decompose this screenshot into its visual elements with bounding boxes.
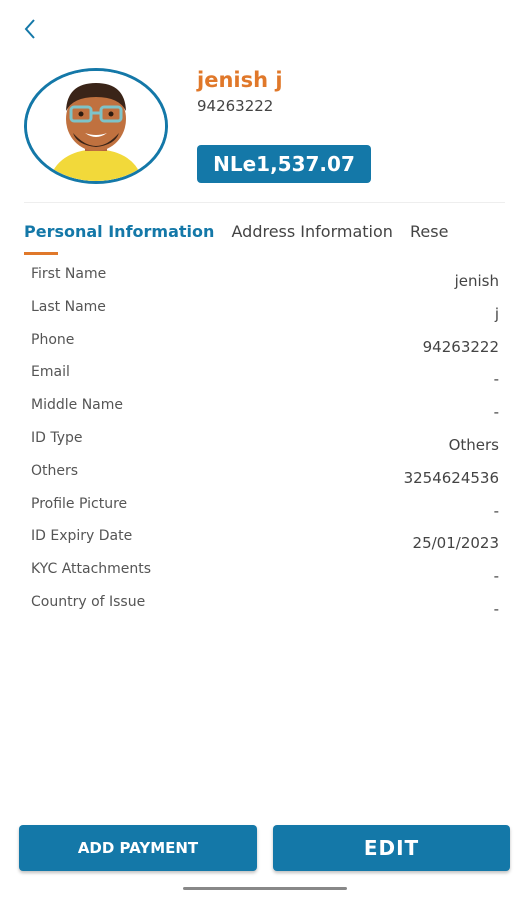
- field-label: Phone: [31, 331, 75, 348]
- field-label: ID Type: [31, 429, 83, 446]
- avatar: [24, 68, 168, 184]
- edit-button[interactable]: EDIT: [273, 825, 510, 871]
- profile-name: jenish j: [197, 68, 283, 92]
- field-value: -: [493, 599, 499, 618]
- divider: [24, 202, 505, 203]
- add-payment-button[interactable]: ADD PAYMENT: [19, 825, 257, 871]
- field-value: 3254624536: [403, 468, 499, 487]
- field-value: Others: [448, 435, 499, 454]
- list-item: Email -: [31, 360, 499, 393]
- field-label: Profile Picture: [31, 495, 128, 512]
- list-item: First Name jenish: [31, 262, 499, 295]
- field-label: Others: [31, 462, 79, 479]
- field-label: KYC Attachments: [31, 561, 152, 578]
- active-tab-indicator: [24, 252, 58, 255]
- field-label: Middle Name: [31, 397, 123, 414]
- list-item: Others 3254624536: [31, 459, 499, 492]
- field-label: Last Name: [31, 298, 106, 315]
- home-indicator: [183, 887, 347, 890]
- list-item: ID Type Others: [31, 426, 499, 459]
- list-item: KYC Attachments -: [31, 557, 499, 590]
- list-item: Profile Picture -: [31, 492, 499, 525]
- tab-address-information[interactable]: Address Information: [232, 222, 393, 241]
- field-value: 25/01/2023: [412, 534, 499, 553]
- list-item: Middle Name -: [31, 393, 499, 426]
- tab-personal-information[interactable]: Personal Information: [24, 222, 214, 241]
- field-value: j: [494, 304, 499, 323]
- field-label: First Name: [31, 266, 107, 282]
- tab-bar: Personal Information Address Information…: [24, 222, 505, 254]
- avatar-illustration: [27, 71, 165, 181]
- field-label: ID Expiry Date: [31, 528, 133, 545]
- personal-info-list: First Name jenish Last Name j Phone 9426…: [31, 262, 499, 623]
- field-label: Country of Issue: [31, 593, 146, 610]
- profile-msisdn: 94263222: [197, 97, 274, 115]
- field-value: -: [493, 567, 499, 586]
- tab-rese[interactable]: Rese: [410, 222, 448, 241]
- back-button[interactable]: [18, 14, 46, 44]
- field-value: -: [493, 370, 499, 389]
- field-label: Email: [31, 364, 70, 381]
- field-value: -: [493, 501, 499, 520]
- chevron-left-icon: [24, 19, 35, 39]
- list-item: Country of Issue -: [31, 590, 499, 623]
- list-item: ID Expiry Date 25/01/2023: [31, 524, 499, 557]
- field-value: jenish: [454, 272, 499, 290]
- list-item: Last Name j: [31, 295, 499, 328]
- balance-badge: NLe1,537.07: [197, 145, 371, 183]
- list-item: Phone 94263222: [31, 328, 499, 361]
- field-value: 94263222: [422, 337, 499, 356]
- field-value: -: [493, 403, 499, 422]
